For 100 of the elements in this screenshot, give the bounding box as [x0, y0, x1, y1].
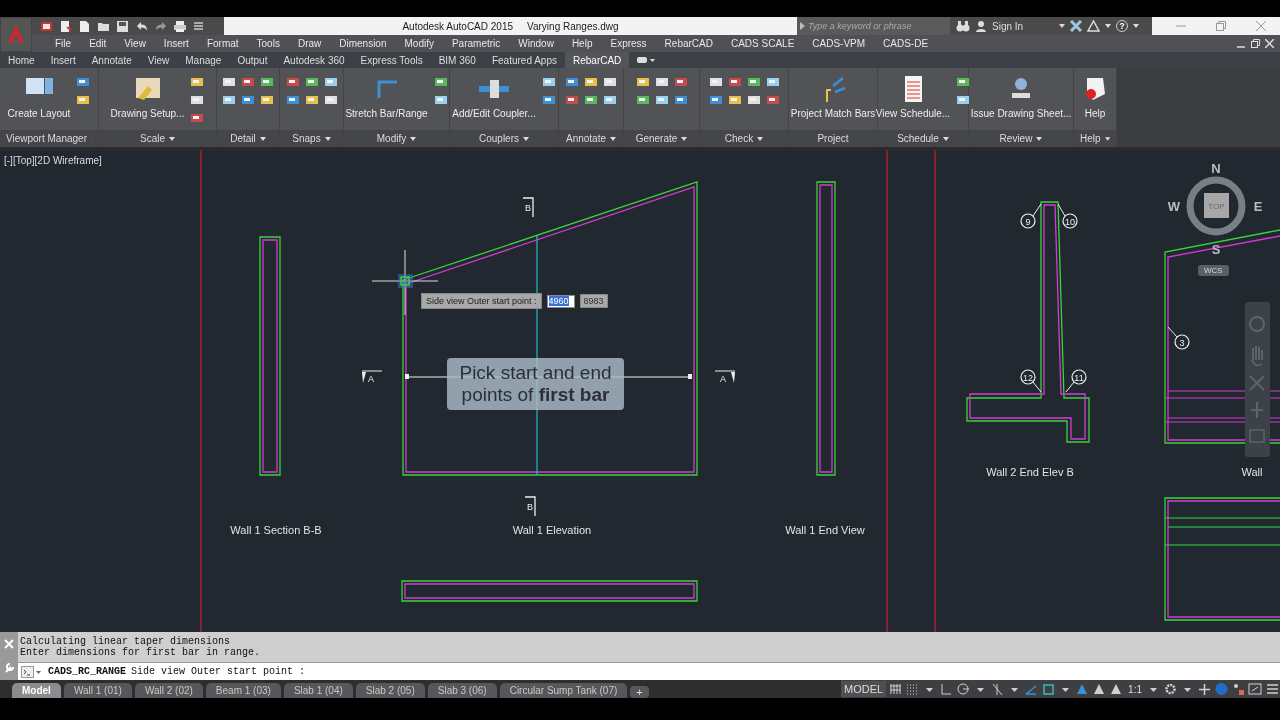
- tool-icon[interactable]: [76, 94, 91, 106]
- tool-icon[interactable]: [727, 76, 742, 88]
- layout-tab[interactable]: Circular Sump Tank (07): [499, 683, 628, 698]
- ribbon-tab[interactable]: View: [139, 52, 178, 68]
- close-icon[interactable]: [1256, 21, 1266, 31]
- tool-icon[interactable]: [565, 94, 579, 106]
- tool-icon[interactable]: [304, 94, 319, 106]
- layout-tab[interactable]: Wall 1 (01): [63, 683, 132, 698]
- panel-title[interactable]: Help: [1074, 130, 1116, 147]
- caret-icon[interactable]: [523, 136, 529, 141]
- ribbon-button[interactable]: Drawing Setup...: [110, 74, 185, 119]
- tool-icon[interactable]: [190, 76, 205, 88]
- menu-item[interactable]: Tools: [247, 38, 289, 49]
- ribbon-tab[interactable]: Annotate: [83, 52, 140, 68]
- tool-icon[interactable]: [323, 76, 338, 88]
- menu-item[interactable]: CADS-VPM: [803, 38, 875, 49]
- tool-icon[interactable]: [956, 76, 971, 88]
- tool-icon[interactable]: [190, 94, 205, 106]
- menu-item[interactable]: Format: [197, 38, 248, 49]
- panel-title[interactable]: Snaps: [280, 130, 343, 147]
- binoculars-icon[interactable]: [956, 20, 970, 32]
- caret-icon[interactable]: [169, 136, 175, 141]
- grid-icon[interactable]: [888, 682, 904, 696]
- tool-icon[interactable]: [765, 94, 780, 106]
- menu-item[interactable]: Draw: [288, 38, 331, 49]
- redo-icon[interactable]: [154, 19, 167, 33]
- ribbon-tab[interactable]: Insert: [42, 52, 84, 68]
- layout-tab[interactable]: Slab 1 (04): [283, 683, 353, 698]
- panel-title[interactable]: Viewport Manager: [0, 130, 98, 147]
- user-icon[interactable]: [975, 20, 987, 32]
- command-prompt-icon[interactable]: [21, 665, 43, 678]
- tool-icon[interactable]: [654, 76, 669, 88]
- ribbon-tab[interactable]: Output: [229, 52, 276, 68]
- caret-icon[interactable]: [610, 136, 616, 141]
- panel-title[interactable]: Project: [789, 130, 877, 147]
- menu-item[interactable]: Edit: [80, 38, 116, 49]
- caret-icon[interactable]: [1104, 136, 1110, 141]
- tool-icon[interactable]: [584, 94, 598, 106]
- ribbon-tab[interactable]: Autodesk 360: [275, 52, 353, 68]
- caret-icon[interactable]: [757, 136, 764, 141]
- menu-item[interactable]: RebarCAD: [655, 38, 722, 49]
- caret-icon[interactable]: [410, 136, 417, 141]
- tool-icon[interactable]: [541, 76, 556, 88]
- caret-icon[interactable]: [942, 136, 949, 141]
- layout-tab[interactable]: Beam 1 (03): [205, 683, 281, 698]
- menu-item[interactable]: Dimension: [330, 38, 396, 49]
- print-icon[interactable]: [173, 19, 186, 33]
- tool-icon[interactable]: [241, 94, 255, 106]
- tool-icon[interactable]: [433, 76, 448, 88]
- tool-icon[interactable]: [433, 94, 448, 106]
- ribbon-tab[interactable]: BIM 360: [430, 52, 484, 68]
- caret-icon[interactable]: [1105, 24, 1111, 28]
- polar-icon[interactable]: [956, 682, 972, 696]
- layout-tab[interactable]: Slab 2 (05): [355, 683, 425, 698]
- search-field[interactable]: Type a keyword or phrase: [797, 17, 950, 35]
- tool-icon[interactable]: [323, 94, 338, 106]
- panel-title[interactable]: Modify: [344, 130, 449, 147]
- caret-icon[interactable]: [1059, 24, 1065, 28]
- ribbon-tab[interactable]: Featured Apps: [483, 52, 565, 68]
- annotation-scale-button[interactable]: 1:1: [1126, 683, 1144, 695]
- menu-item[interactable]: View: [115, 38, 155, 49]
- tool-icon[interactable]: [603, 76, 617, 88]
- tool-icon[interactable]: [635, 94, 650, 106]
- tool-icon[interactable]: [285, 94, 300, 106]
- menu-item[interactable]: Help: [562, 38, 602, 49]
- tool-icon[interactable]: [603, 94, 617, 106]
- layout-tab[interactable]: Slab 3 (06): [427, 683, 497, 698]
- tool-icon[interactable]: [76, 76, 91, 88]
- panel-title[interactable]: Annotate: [559, 130, 623, 147]
- menu-item[interactable]: Express: [601, 38, 656, 49]
- tool-icon[interactable]: [673, 94, 688, 106]
- menu-item[interactable]: Insert: [154, 38, 198, 49]
- workspace-icon[interactable]: [40, 19, 53, 33]
- menu-item[interactable]: File: [46, 38, 81, 49]
- tool-icon[interactable]: [708, 76, 723, 88]
- panel-title[interactable]: Generate: [624, 130, 699, 147]
- gear-icon[interactable]: [1163, 682, 1178, 696]
- ribbon-tab[interactable]: Express Tools: [352, 52, 431, 68]
- tool-icon[interactable]: [285, 76, 300, 88]
- menu-item[interactable]: Parametric: [442, 38, 510, 49]
- ribbon-button[interactable]: Add/Edit Coupler...: [452, 74, 536, 119]
- ribbon-button[interactable]: Project Match Bars: [790, 74, 876, 119]
- tool-icon[interactable]: [190, 112, 205, 124]
- ribbon-button[interactable]: Help: [1079, 74, 1111, 119]
- ribbon-button[interactable]: Stretch Bar/Range: [345, 74, 428, 119]
- tool-icon[interactable]: [654, 94, 669, 106]
- menu-icon[interactable]: [1265, 682, 1280, 696]
- coordinate-field[interactable]: 8983: [579, 294, 608, 308]
- panel-title[interactable]: Review: [969, 130, 1073, 147]
- tool-icon[interactable]: [222, 94, 236, 106]
- triangle-icon[interactable]: [1087, 20, 1100, 32]
- tool-icon[interactable]: [584, 76, 598, 88]
- sign-in-link[interactable]: Sign In: [992, 20, 1054, 32]
- tool-icon[interactable]: [708, 94, 723, 106]
- tool-icon[interactable]: [746, 94, 761, 106]
- menu-item[interactable]: Modify: [395, 38, 443, 49]
- tool-icon[interactable]: [635, 76, 650, 88]
- isolate-icon[interactable]: [1231, 682, 1246, 696]
- menu-item[interactable]: CADS SCALE: [721, 38, 804, 49]
- plus-icon[interactable]: [1197, 682, 1212, 696]
